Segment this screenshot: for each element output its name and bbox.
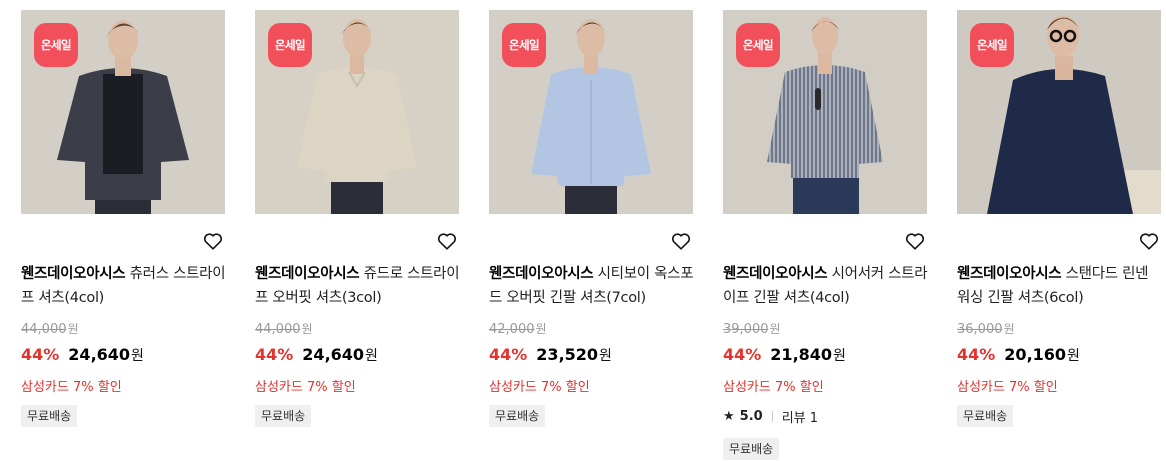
currency-unit: 원 (67, 322, 79, 336)
card-discount-promo: 삼성카드 7% 할인 (723, 380, 824, 395)
sale-price-row: 44% 24,640 원 (21, 345, 144, 365)
heart-icon[interactable] (904, 230, 926, 252)
original-price-value: 42,000 (489, 322, 535, 337)
sale-price-row: 44% 20,160 원 (957, 345, 1080, 365)
discount-rate: 44% (957, 345, 996, 364)
rating-summary[interactable]: ★ 5.0 리뷰 1 (723, 407, 818, 426)
currency-unit: 원 (769, 322, 781, 336)
currency-unit: 원 (833, 348, 846, 364)
card-discount-promo: 삼성카드 7% 할인 (255, 380, 356, 395)
discount-rate: 44% (723, 345, 762, 364)
product-grid: 온세일 웬즈데이오아시스 츄러스 스트라이프 셔츠(4col) 44,000 원 … (0, 0, 1166, 461)
sale-price-row: 44% 24,640 원 (255, 345, 378, 365)
product-title[interactable]: 웬즈데이오아시스 스탠다드 린넨 워싱 긴팔 셔츠(6col) (957, 262, 1163, 310)
brand-name[interactable]: 웬즈데이오아시스 (723, 266, 828, 282)
on-sale-badge: 온세일 (502, 23, 546, 67)
sale-price: 23,520 (536, 345, 599, 364)
brand-name[interactable]: 웬즈데이오아시스 (255, 266, 360, 282)
free-shipping-tag: 무료배송 (957, 405, 1014, 427)
original-price-value: 44,000 (255, 322, 301, 337)
original-price: 44,000 원 (255, 320, 313, 337)
brand-name[interactable]: 웬즈데이오아시스 (21, 266, 126, 282)
sale-price: 24,640 (68, 345, 131, 364)
free-shipping-tag: 무료배송 (255, 405, 312, 427)
sale-price-row: 44% 21,840 원 (723, 345, 846, 365)
original-price: 36,000 원 (957, 320, 1015, 337)
divider (771, 411, 773, 422)
product-title[interactable]: 웬즈데이오아시스 쥬드로 스트라이프 오버핏 셔츠(3col) (255, 262, 461, 310)
currency-unit: 원 (1003, 322, 1015, 336)
original-price-value: 36,000 (957, 322, 1003, 337)
sale-price: 24,640 (302, 345, 365, 364)
discount-rate: 44% (21, 345, 60, 364)
free-shipping-tag: 무료배송 (21, 405, 78, 427)
product-title[interactable]: 웬즈데이오아시스 시어서커 스트라이프 긴팔 셔츠(4col) (723, 262, 929, 310)
currency-unit: 원 (301, 322, 313, 336)
product-image[interactable]: 온세일 (723, 10, 927, 214)
star-icon: ★ (723, 409, 735, 424)
discount-rate: 44% (489, 345, 528, 364)
original-price: 39,000 원 (723, 320, 781, 337)
heart-icon[interactable] (670, 230, 692, 252)
sale-price: 21,840 (770, 345, 833, 364)
product-image[interactable]: 온세일 (489, 10, 693, 214)
rating-score: 5.0 (739, 409, 763, 424)
original-price: 42,000 원 (489, 320, 547, 337)
on-sale-badge: 온세일 (970, 23, 1014, 67)
original-price: 44,000 원 (21, 320, 79, 337)
brand-name[interactable]: 웬즈데이오아시스 (489, 266, 594, 282)
sale-price-row: 44% 23,520 원 (489, 345, 612, 365)
original-price-value: 39,000 (723, 322, 769, 337)
card-discount-promo: 삼성카드 7% 할인 (957, 380, 1058, 395)
product-title[interactable]: 웬즈데이오아시스 시티보이 옥스포드 오버핏 긴팔 셔츠(7col) (489, 262, 695, 310)
card-discount-promo: 삼성카드 7% 할인 (489, 380, 590, 395)
free-shipping-tag: 무료배송 (489, 405, 546, 427)
brand-name[interactable]: 웬즈데이오아시스 (957, 266, 1062, 282)
original-price-value: 44,000 (21, 322, 67, 337)
sale-price: 20,160 (1004, 345, 1067, 364)
discount-rate: 44% (255, 345, 294, 364)
free-shipping-tag: 무료배송 (723, 438, 780, 460)
currency-unit: 원 (599, 348, 612, 364)
product-image[interactable]: 온세일 (255, 10, 459, 214)
review-count[interactable]: 리뷰 1 (782, 407, 818, 426)
on-sale-badge: 온세일 (736, 23, 780, 67)
currency-unit: 원 (535, 322, 547, 336)
product-image[interactable]: 온세일 (21, 10, 225, 214)
on-sale-badge: 온세일 (34, 23, 78, 67)
heart-icon[interactable] (1138, 230, 1160, 252)
heart-icon[interactable] (202, 230, 224, 252)
currency-unit: 원 (1067, 348, 1080, 364)
product-image[interactable]: 온세일 (957, 10, 1161, 214)
on-sale-badge: 온세일 (268, 23, 312, 67)
currency-unit: 원 (131, 348, 144, 364)
currency-unit: 원 (365, 348, 378, 364)
heart-icon[interactable] (436, 230, 458, 252)
card-discount-promo: 삼성카드 7% 할인 (21, 380, 122, 395)
product-title[interactable]: 웬즈데이오아시스 츄러스 스트라이프 셔츠(4col) (21, 262, 227, 310)
